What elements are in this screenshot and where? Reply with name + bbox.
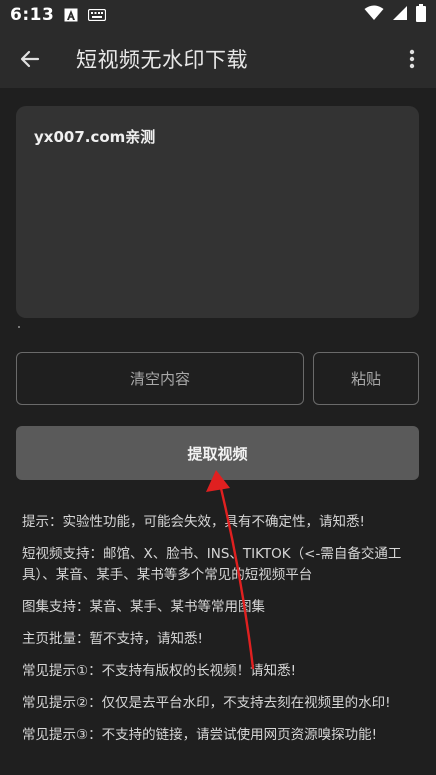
app-notification-icon xyxy=(64,8,78,22)
screen: 6:13 短视频无水印下载 yx007.com亲测 清空内容 粘贴 提取视频 提… xyxy=(0,0,436,775)
wifi-icon xyxy=(364,5,384,26)
clear-button[interactable]: 清空内容 xyxy=(16,352,304,405)
tip-item: 图集支持：某音、某手、某书等常用图集 xyxy=(22,599,265,615)
tip-item: 常见提示③：不支持的链接，请尝试使用网页资源嗅探功能! xyxy=(22,727,378,743)
signal-icon xyxy=(392,5,408,26)
paste-button[interactable]: 粘贴 xyxy=(313,352,419,405)
keyboard-icon xyxy=(88,9,107,21)
arrow-left-icon xyxy=(20,50,40,68)
tip-item: 提示：实验性功能，可能会失效，具有不确定性，请知悉! xyxy=(22,514,365,530)
tip-item: 主页批量：暂不支持，请知悉! xyxy=(22,631,203,647)
more-options-button[interactable] xyxy=(388,30,436,88)
status-right xyxy=(364,3,426,27)
more-vertical-icon xyxy=(409,49,415,69)
link-input[interactable]: yx007.com亲测 xyxy=(16,106,419,318)
status-bar: 6:13 xyxy=(0,0,436,30)
battery-icon xyxy=(416,3,426,27)
tip-item: 常见提示②：仅仅是去平台水印，不支持去刻在视频里的水印! xyxy=(22,695,391,711)
tips-list: 提示：实验性功能，可能会失效，具有不确定性，请知悉! 短视频支持：邮馆、X、脸书… xyxy=(22,512,417,757)
link-input-value: yx007.com亲测 xyxy=(34,128,156,146)
tip-item: 常见提示①：不支持有版权的长视频！请知悉! xyxy=(22,663,297,679)
tip-item: 短视频支持：邮馆、X、脸书、INS、TIKTOK（<-需自备交通工具）、某音、某… xyxy=(22,546,402,583)
extract-video-button[interactable]: 提取视频 xyxy=(16,426,419,480)
back-button[interactable] xyxy=(0,30,60,88)
input-handle xyxy=(18,326,20,328)
status-time: 6:13 xyxy=(10,5,55,25)
app-bar: 短视频无水印下载 xyxy=(0,30,436,88)
page-title: 短视频无水印下载 xyxy=(76,48,248,72)
